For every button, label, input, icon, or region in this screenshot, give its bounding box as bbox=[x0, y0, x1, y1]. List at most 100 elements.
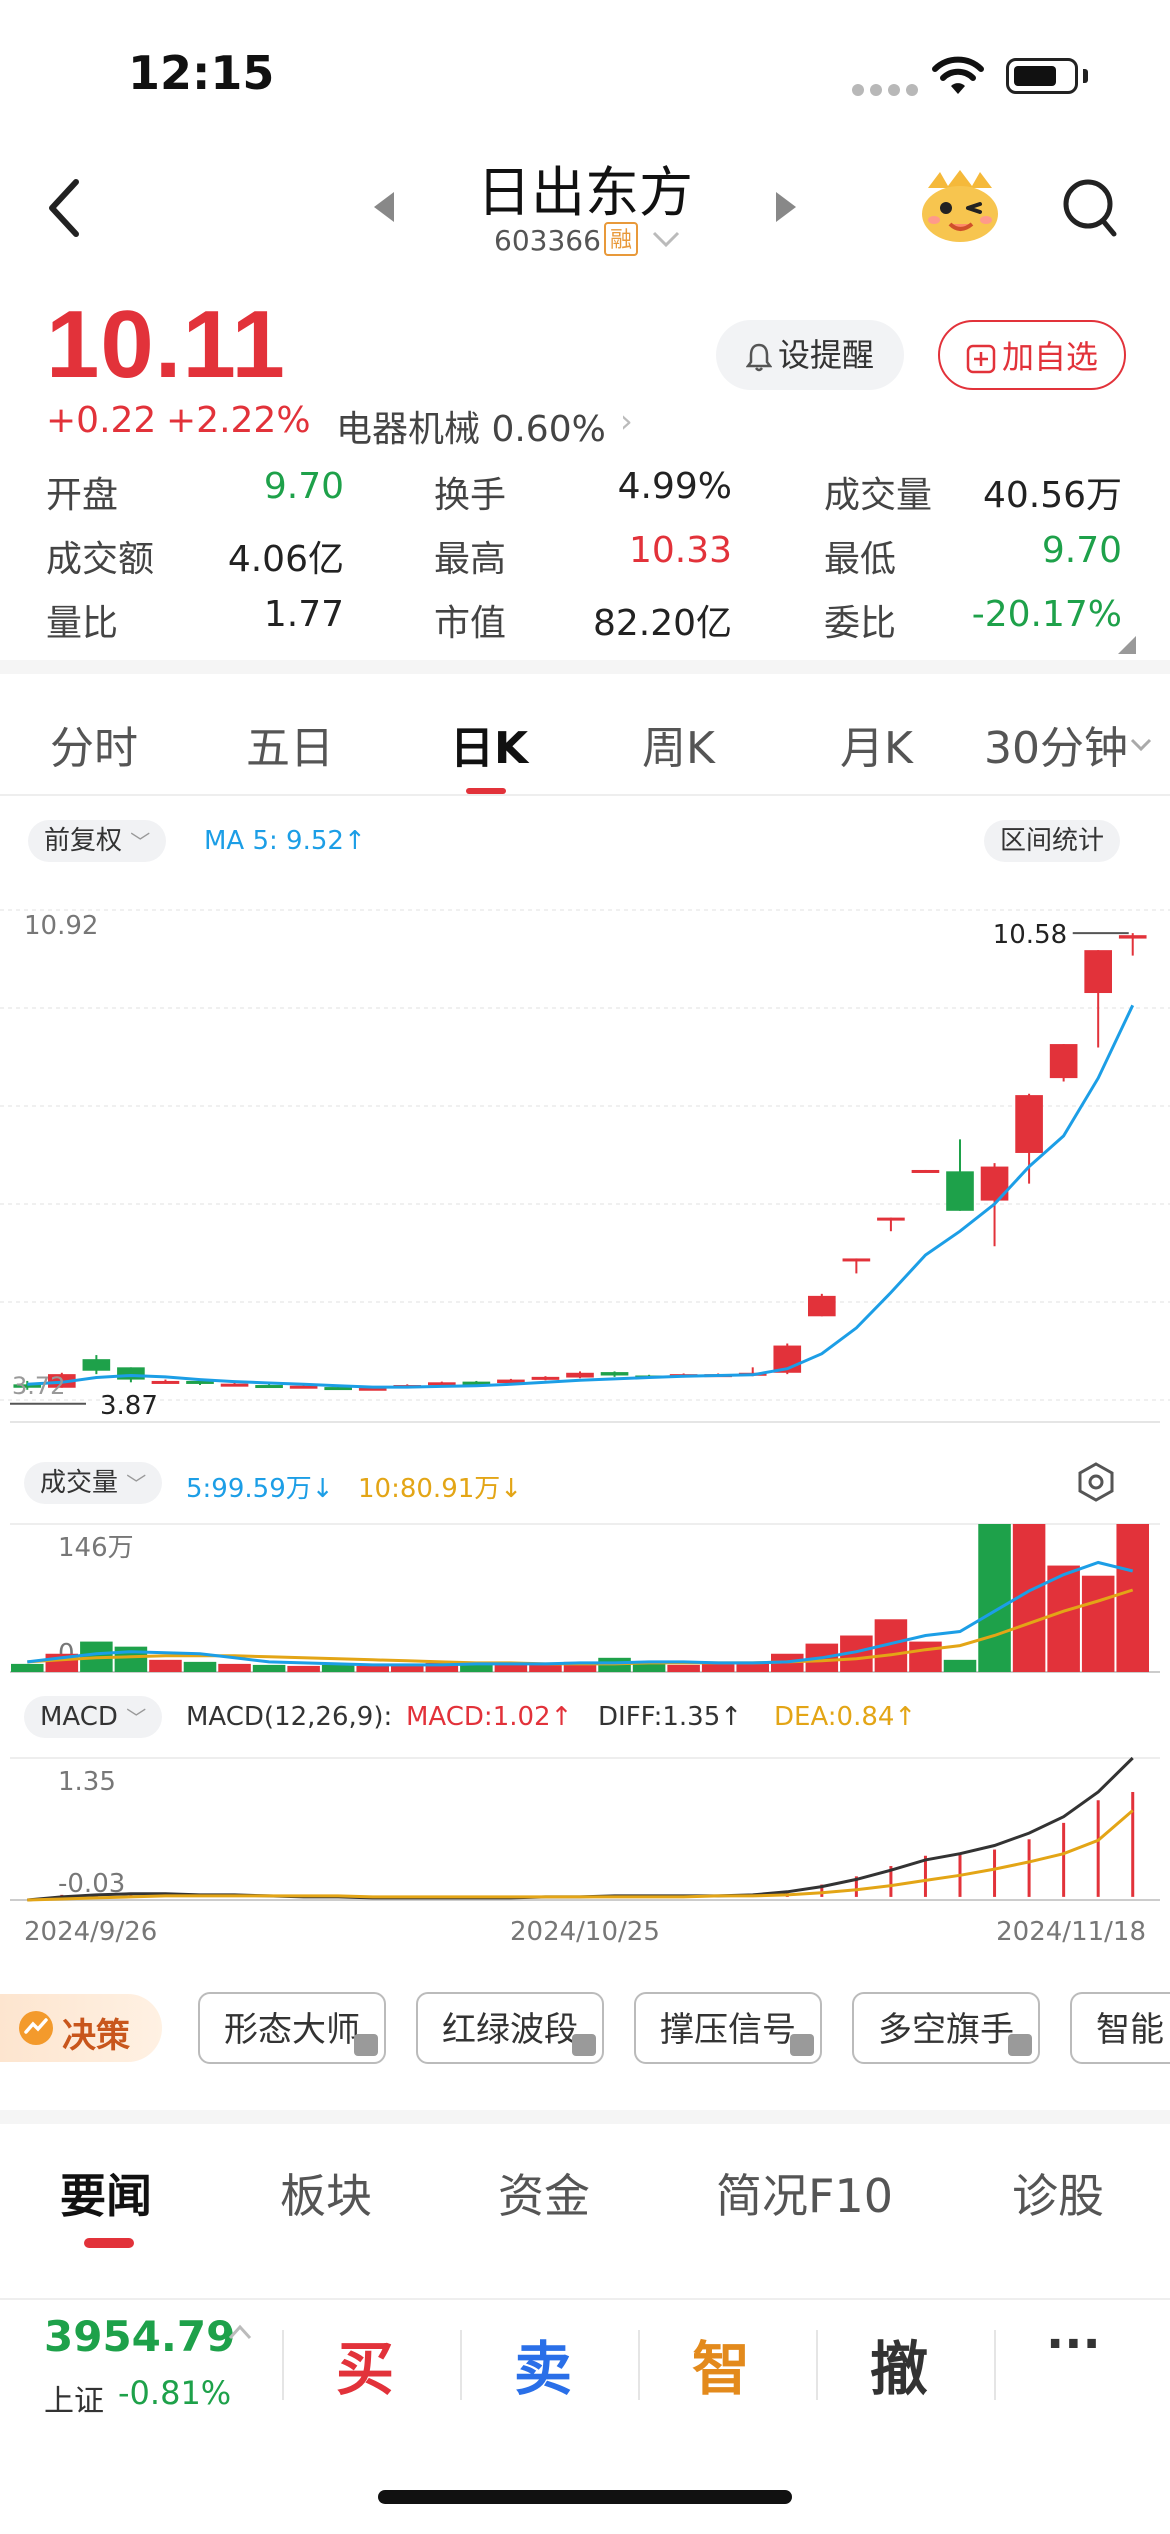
stat-value: 40.56万 bbox=[982, 475, 1122, 516]
max-price-label: 10.58 bbox=[993, 920, 1067, 950]
news-tab-headlines[interactable]: 要闻 bbox=[60, 2160, 152, 2226]
strategy-button-label: 红绿波段 bbox=[442, 2010, 578, 2050]
dea-line bbox=[27, 1809, 1134, 1902]
candle bbox=[1049, 1044, 1078, 1079]
volume-bar bbox=[356, 1665, 389, 1672]
stock-chart[interactable]: 10.9210.583.723.87146万01.35-0.032024/9/2… bbox=[0, 860, 1170, 1960]
candle bbox=[877, 1217, 905, 1221]
current-price: 10.11 bbox=[46, 291, 286, 398]
price-change-pct: +2.22% bbox=[166, 400, 311, 441]
vol-ma5-label: 5:99.59万↓ bbox=[186, 1474, 334, 1504]
stat-label: 开盘 bbox=[46, 475, 119, 516]
volume-bar bbox=[11, 1663, 44, 1672]
candle bbox=[946, 1171, 974, 1211]
strategy-button[interactable]: 多空旗手 bbox=[852, 1992, 1040, 2064]
volume-bar bbox=[701, 1663, 735, 1672]
adjust-select[interactable]: 前复权 ﹀ bbox=[28, 820, 167, 862]
volume-bar bbox=[218, 1663, 251, 1672]
stat-label: 委比 bbox=[824, 603, 897, 644]
bar-separator bbox=[638, 2330, 640, 2400]
macd-params: MACD(12,26,9): bbox=[186, 1702, 393, 1732]
date-label-start: 2024/9/26 bbox=[24, 1917, 157, 1947]
volume-ma5-line bbox=[27, 1560, 1134, 1667]
tab-intraday[interactable]: 分时 bbox=[50, 712, 138, 776]
sell-button[interactable]: 卖 bbox=[514, 2322, 572, 2406]
buy-button[interactable]: 买 bbox=[336, 2322, 394, 2406]
search-icon[interactable] bbox=[1060, 176, 1120, 240]
candle bbox=[220, 1383, 249, 1387]
bar-separator bbox=[994, 2330, 996, 2400]
price-low-label: 3.72 bbox=[12, 1372, 65, 1400]
margin-badge: 融 bbox=[604, 222, 638, 256]
price-top-label: 10.92 bbox=[24, 911, 98, 941]
tab-daily-k[interactable]: 日K bbox=[450, 712, 528, 776]
chevron-down-icon[interactable] bbox=[652, 230, 680, 248]
sector-link[interactable]: 电器机械 0.60% bbox=[336, 400, 606, 452]
set-alert-label: 设提醒 bbox=[777, 336, 874, 374]
range-stats-button[interactable]: 区间统计 bbox=[984, 820, 1121, 862]
stat-value: 9.70 bbox=[1041, 530, 1122, 571]
news-tab-indicator bbox=[84, 2238, 134, 2248]
volume-bar bbox=[321, 1664, 355, 1672]
news-tab-diagnosis[interactable]: 诊股 bbox=[1012, 2160, 1104, 2226]
chevron-down-icon: ﹀ bbox=[130, 830, 151, 854]
set-alert-button[interactable]: 设提醒 bbox=[716, 320, 904, 390]
macd-select[interactable]: MACD ﹀ bbox=[24, 1696, 163, 1738]
smart-button[interactable]: 智 bbox=[692, 2322, 750, 2406]
stat-label: 市值 bbox=[434, 603, 507, 644]
expand-corner-icon[interactable] bbox=[1118, 636, 1136, 654]
stat-value: 9.70 bbox=[263, 466, 344, 507]
ma5-label: MA 5: 9.52↑ bbox=[204, 826, 366, 856]
stat-label: 成交量 bbox=[824, 475, 933, 516]
candle bbox=[842, 1258, 871, 1262]
candle bbox=[82, 1359, 111, 1371]
candle bbox=[1118, 935, 1147, 939]
candle bbox=[117, 1367, 145, 1380]
candle bbox=[566, 1372, 594, 1378]
strategy-button-label: 多空旗手 bbox=[878, 2010, 1014, 2050]
volume-bar bbox=[183, 1661, 217, 1672]
more-button[interactable]: ··· bbox=[1046, 2316, 1101, 2372]
stat-value: 1.77 bbox=[263, 594, 344, 635]
strategy-button[interactable]: 形态大师 bbox=[198, 1992, 386, 2064]
strategy-button[interactable]: 红绿波段 bbox=[416, 1992, 604, 2064]
volume-title: 成交量 bbox=[40, 1468, 119, 1498]
stat-label: 最高 bbox=[434, 539, 507, 580]
chevron-up-icon[interactable] bbox=[228, 2324, 252, 2340]
volume-bar bbox=[667, 1664, 700, 1672]
index-value[interactable]: 3954.79 bbox=[44, 2312, 235, 2361]
volume-bar bbox=[287, 1665, 320, 1672]
macd-title: MACD bbox=[40, 1702, 118, 1732]
strategy-button[interactable]: 智能 bbox=[1070, 1992, 1170, 2064]
news-tab-capital[interactable]: 资金 bbox=[498, 2160, 590, 2226]
volume-bar bbox=[1116, 1524, 1149, 1672]
volume-select[interactable]: 成交量 ﹀ bbox=[24, 1462, 163, 1504]
candle bbox=[255, 1385, 283, 1389]
wifi-icon bbox=[932, 56, 984, 94]
tab-30min[interactable]: 30分钟 bbox=[984, 712, 1128, 776]
chevron-right-icon: › bbox=[620, 402, 633, 440]
tab-five-day[interactable]: 五日 bbox=[246, 712, 334, 776]
add-watchlist-button[interactable]: 加自选 bbox=[938, 320, 1126, 390]
cancel-order-button[interactable]: 撤 bbox=[870, 2322, 928, 2406]
strategy-button[interactable]: 撑压信号 bbox=[634, 1992, 822, 2064]
news-tab-sector[interactable]: 板块 bbox=[280, 2160, 372, 2226]
stat-value: 10.33 bbox=[628, 530, 732, 571]
stat-value: -20.17% bbox=[971, 594, 1122, 635]
vol-ma10-label: 10:80.91万↓ bbox=[358, 1474, 523, 1504]
mascot-icon[interactable] bbox=[918, 168, 1002, 244]
tab-monthly-k[interactable]: 月K bbox=[840, 712, 913, 776]
chevron-down-icon[interactable] bbox=[1130, 738, 1152, 752]
decision-badge[interactable]: 决策 bbox=[0, 1994, 162, 2062]
candle bbox=[151, 1380, 180, 1384]
settings-icon[interactable] bbox=[1076, 1462, 1116, 1502]
lock-icon bbox=[354, 2034, 378, 2056]
lock-icon bbox=[572, 2034, 596, 2056]
plus-box-icon bbox=[966, 344, 996, 374]
news-tab-f10[interactable]: 简况F10 bbox=[716, 2160, 893, 2226]
next-stock-icon[interactable] bbox=[774, 190, 798, 224]
tab-weekly-k[interactable]: 周K bbox=[642, 712, 715, 776]
stat-label: 量比 bbox=[46, 603, 119, 644]
stock-code: 603366 bbox=[494, 224, 601, 257]
candle bbox=[808, 1295, 836, 1317]
